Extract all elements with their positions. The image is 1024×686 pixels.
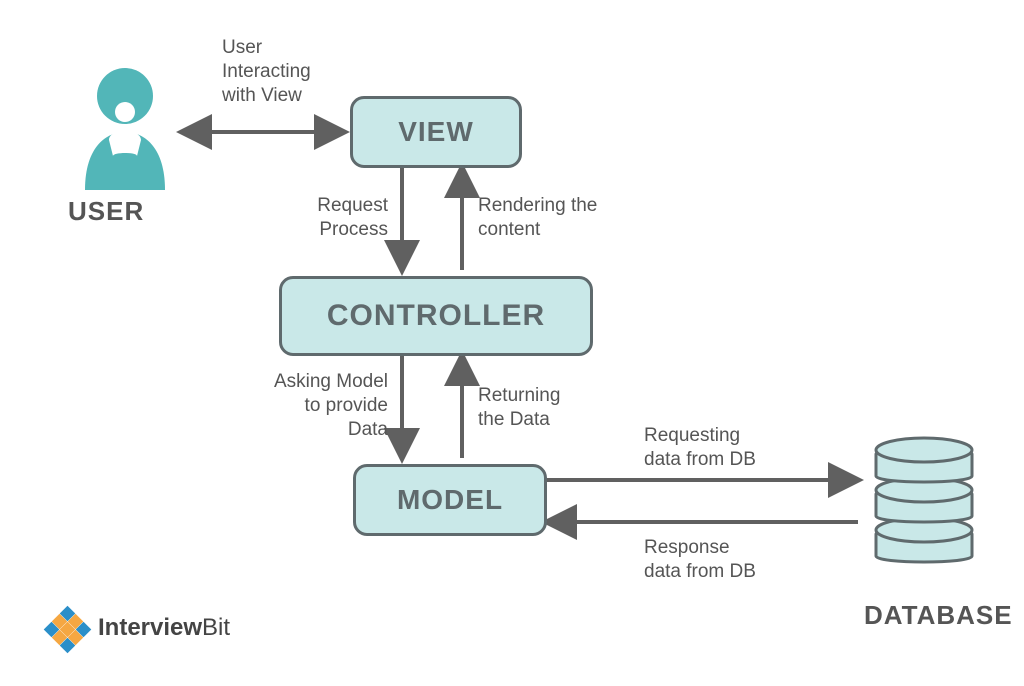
brand-logo: InterviewBit [48,608,230,648]
model-box: MODEL [353,464,547,536]
brand-name: InterviewBit [98,614,230,642]
label-model-db: Requesting data from DB [644,424,756,472]
label-controller-model: Asking Model to provide Data [254,370,388,441]
view-box: VIEW [350,96,522,168]
label-user-view: User Interacting with View [222,36,311,107]
diagram-canvas: USER DATABASE VIEW CONTROLLER MODEL User… [0,0,1024,686]
user-label: USER [68,196,144,227]
user-icon [75,60,165,180]
controller-box: CONTROLLER [279,276,593,356]
brand-mark-icon [48,608,88,648]
label-view-controller: Request Process [280,194,388,242]
database-icon [870,422,978,572]
database-label: DATABASE [864,600,1013,631]
label-db-model: Response data from DB [644,536,756,584]
label-controller-view: Rendering the content [478,194,597,242]
label-model-controller: Returning the Data [478,384,560,432]
